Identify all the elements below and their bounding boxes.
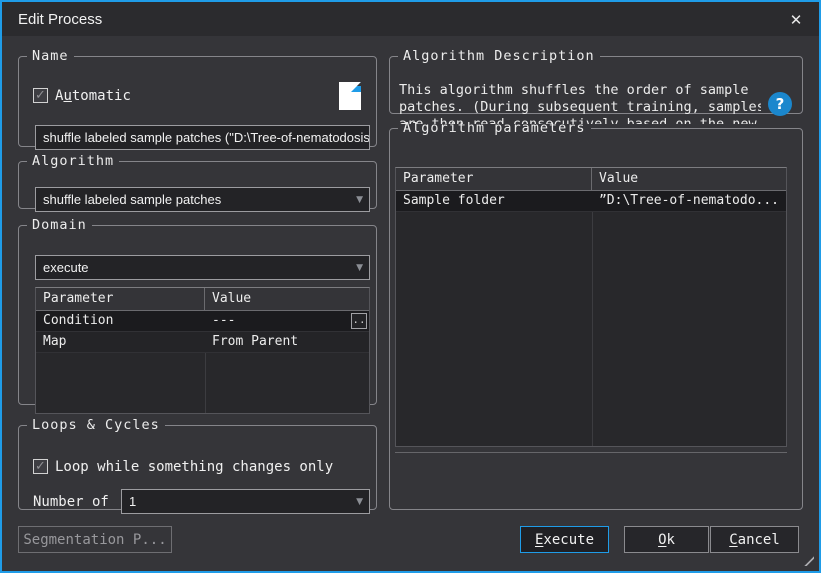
domain-parameter-table: Parameter Value Condition --- .. Map Fro…: [35, 287, 370, 414]
algorithm-description-group: Algorithm Description This algorithm shu…: [389, 48, 803, 114]
chevron-down-icon: ▼: [356, 195, 363, 205]
process-name-input[interactable]: shuffle labeled sample patches ("D:\Tree…: [35, 125, 370, 150]
browse-button[interactable]: ..: [351, 313, 367, 329]
algorithm-select[interactable]: shuffle labeled sample patches ▼: [35, 187, 370, 212]
loops-cycles-group: Loops & Cycles ✓ Loop while something ch…: [18, 417, 377, 510]
column-header-parameter[interactable]: Parameter: [396, 168, 592, 190]
number-of-select[interactable]: 1 ▼: [121, 489, 370, 514]
cancel-button[interactable]: Cancel: [710, 526, 799, 553]
cell-parameter: Condition: [36, 311, 205, 331]
check-icon: ✓: [35, 460, 46, 473]
edit-process-dialog: Edit Process ✕ Name ✓ Automatic shuffle …: [0, 0, 821, 573]
title-bar: Edit Process ✕: [2, 2, 819, 36]
resize-grip[interactable]: [797, 549, 814, 566]
table-row[interactable]: Sample folder ”D:\Tree-of-nematodo...: [396, 191, 786, 212]
table-row[interactable]: Map From Parent: [36, 332, 369, 353]
cell-value: ”D:\Tree-of-nematodo...: [592, 191, 786, 211]
table-header: Parameter Value: [36, 288, 369, 311]
table-header: Parameter Value: [396, 168, 786, 191]
algorithm-group-label: Algorithm: [27, 153, 119, 169]
number-of-value: 1: [129, 494, 136, 509]
cell-parameter: Map: [36, 332, 205, 352]
ok-button[interactable]: Ok: [624, 526, 709, 553]
table-bottom-divider: [395, 452, 787, 453]
column-header-value[interactable]: Value: [592, 168, 645, 190]
table-row[interactable]: Condition --- ..: [36, 311, 369, 332]
column-header-value[interactable]: Value: [205, 288, 258, 310]
chevron-down-icon: ▼: [356, 263, 363, 273]
execute-button[interactable]: Execute: [520, 526, 609, 553]
algorithm-select-value: shuffle labeled sample patches: [43, 192, 221, 207]
cell-value: ---: [205, 311, 242, 331]
algorithm-parameters-label: Algorithm parameters: [398, 120, 591, 136]
algorithm-group: Algorithm shuffle labeled sample patches…: [18, 153, 377, 209]
algorithm-description-text: This algorithm shuffles the order of sam…: [399, 82, 761, 124]
cell-parameter: Sample folder: [396, 191, 592, 211]
name-group-label: Name: [27, 48, 74, 64]
algorithm-description-label: Algorithm Description: [398, 48, 600, 64]
dialog-title: Edit Process: [18, 11, 102, 28]
new-document-icon[interactable]: [339, 82, 361, 110]
loops-cycles-group-label: Loops & Cycles: [27, 417, 165, 433]
domain-select-value: execute: [43, 260, 89, 275]
cell-value: From Parent: [205, 332, 305, 352]
automatic-checkbox-label: Automatic: [55, 88, 131, 104]
loop-while-changes-label: Loop while something changes only: [55, 459, 333, 475]
chevron-down-icon: ▼: [356, 497, 363, 507]
number-of-label: Number of: [33, 494, 109, 510]
domain-group-label: Domain: [27, 217, 92, 233]
algorithm-parameters-group: Algorithm parameters Parameter Value Sam…: [389, 120, 803, 510]
column-header-parameter[interactable]: Parameter: [36, 288, 205, 310]
domain-group: Domain execute ▼ Parameter Value Conditi…: [18, 217, 377, 405]
algorithm-parameters-table: Parameter Value Sample folder ”D:\Tree-o…: [395, 167, 787, 447]
help-icon[interactable]: ?: [768, 92, 792, 116]
segmentation-button[interactable]: Segmentation P...: [18, 526, 172, 553]
loop-while-changes-checkbox[interactable]: ✓: [33, 459, 48, 474]
automatic-checkbox[interactable]: ✓: [33, 88, 48, 103]
check-icon: ✓: [35, 89, 46, 102]
close-icon[interactable]: ✕: [785, 9, 807, 31]
domain-select[interactable]: execute ▼: [35, 255, 370, 280]
name-group: Name ✓ Automatic shuffle labeled sample …: [18, 48, 377, 147]
